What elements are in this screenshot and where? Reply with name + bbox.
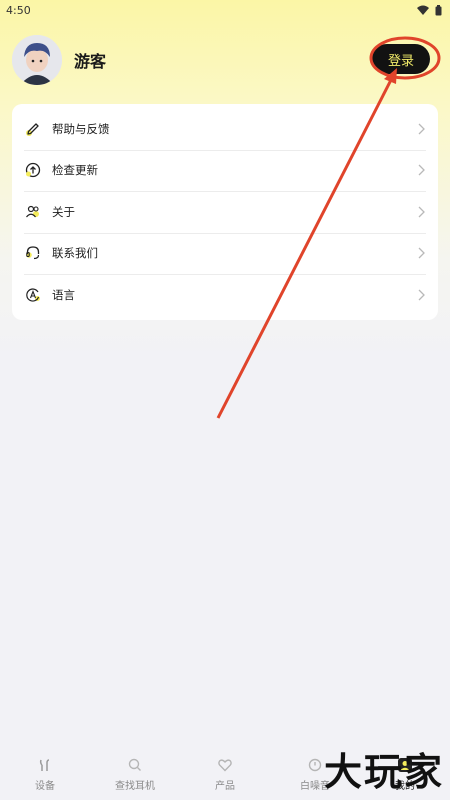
avatar-illustration — [12, 35, 62, 85]
battery-icon — [435, 4, 442, 15]
update-icon — [24, 161, 42, 179]
menu-item-about[interactable]: 关于 — [12, 191, 438, 233]
profile-header: 游客 登录 — [12, 34, 442, 86]
menu-item-language[interactable]: 语言 — [12, 274, 438, 316]
status-bar: 4:50 — [0, 0, 450, 20]
heart-icon — [216, 756, 234, 774]
chevron-right-icon — [418, 206, 425, 218]
menu-label: 检查更新 — [52, 163, 98, 178]
chevron-right-icon — [418, 123, 425, 135]
chevron-right-icon — [418, 289, 425, 301]
avatar[interactable] — [12, 35, 62, 85]
menu-label: 关于 — [52, 204, 75, 219]
device-icon — [36, 756, 54, 774]
chevron-right-icon — [418, 247, 425, 259]
menu-item-check-update[interactable]: 检查更新 — [12, 149, 438, 192]
login-button[interactable]: 登录 — [372, 44, 430, 74]
status-time: 4:50 — [6, 3, 31, 17]
tab-find-earbuds[interactable]: 查找耳机 — [95, 756, 175, 792]
headset-icon — [24, 244, 42, 262]
tab-device[interactable]: 设备 — [5, 756, 85, 792]
language-icon — [24, 286, 42, 304]
menu-item-contact-us[interactable]: 联系我们 — [12, 232, 438, 275]
menu-label: 联系我们 — [52, 246, 98, 261]
status-icons — [417, 4, 442, 16]
menu-item-help-feedback[interactable]: 帮助与反馈 — [12, 108, 438, 150]
menu-label: 帮助与反馈 — [52, 121, 110, 136]
tab-products[interactable]: 产品 — [185, 756, 265, 792]
timer-icon — [306, 756, 324, 774]
about-icon — [24, 203, 42, 221]
settings-menu: 帮助与反馈 检查更新 关于 联系我们 语言 — [12, 104, 438, 320]
chevron-right-icon — [418, 164, 425, 176]
watermark: 大玩家 — [323, 750, 444, 794]
find-icon — [126, 756, 144, 774]
username: 游客 — [74, 52, 107, 71]
wifi-icon — [417, 5, 429, 15]
menu-label: 语言 — [52, 287, 75, 302]
tab-label: 产品 — [215, 781, 235, 792]
tab-label: 设备 — [35, 781, 55, 792]
tab-label: 查找耳机 — [115, 781, 155, 792]
edit-icon — [24, 120, 42, 138]
